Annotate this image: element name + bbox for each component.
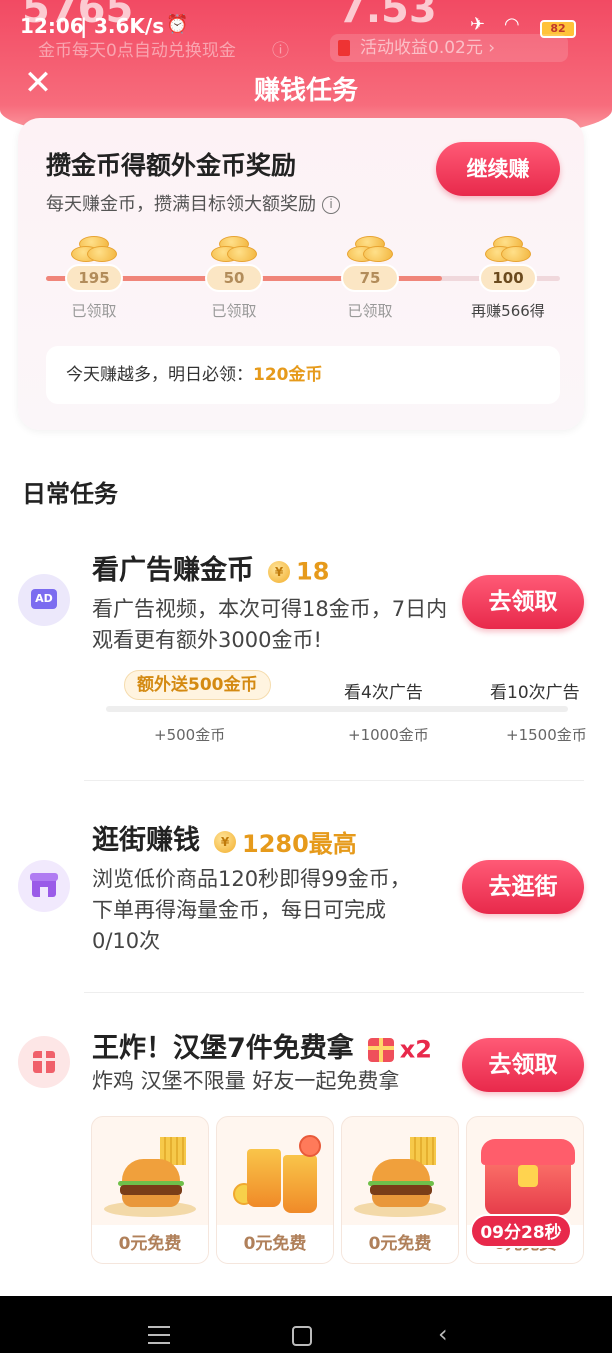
shop-task-title: 逛街赚钱: [92, 825, 200, 856]
shop-task-description: 浏览低价商品120秒即得99金币，下单再得海量金币，每日可完成0/10次: [92, 867, 411, 953]
bonus-pill: 额外送500金币: [124, 670, 271, 700]
milestone-label: 已领取: [347, 302, 393, 320]
alarm-icon: ⏰: [166, 14, 189, 35]
home-icon[interactable]: [292, 1326, 312, 1346]
burger-task-multiplier: x2: [399, 1035, 432, 1064]
tomorrow-reward-text: 今天赚越多，明日必领：: [66, 365, 253, 385]
ad-task-claim-button[interactable]: 去领取: [462, 575, 584, 629]
reward-card-subtitle: 每天赚金币，攒满目标领大额奖励: [46, 194, 316, 215]
ad-task-description: 看广告视频，本次可得18金币，7日内观看更有额外3000金币!: [92, 597, 448, 652]
burger-task-icon: [18, 1036, 70, 1088]
milestone-value: 75: [341, 264, 399, 292]
product-card[interactable]: 0元免费: [91, 1116, 209, 1264]
shop-icon: [30, 873, 58, 897]
ad-task-title: 看广告赚金币: [92, 555, 254, 586]
daily-tasks-heading: 日常任务: [22, 480, 118, 508]
status-time: 12:06: [20, 14, 84, 38]
reward-card-title: 攒金币得额外金币奖励: [46, 151, 297, 180]
ad-task-title-row: 看广告赚金币 ¥18: [92, 548, 329, 587]
product-card[interactable]: 0元免费: [216, 1116, 334, 1264]
milestone: 50 已领取: [194, 232, 274, 321]
burger-task-claim-button[interactable]: 去领取: [462, 1038, 584, 1092]
milestone-value: 50: [205, 264, 263, 292]
divider: [84, 780, 584, 781]
reward-card: 攒金币得额外金币奖励 每天赚金币，攒满目标领大额奖励 i 继续赚 195 已领取 …: [18, 118, 584, 430]
milestone: 195 已领取: [54, 232, 134, 321]
ad-step-label: 看4次广告: [344, 683, 423, 703]
divider: [84, 992, 584, 993]
coin-pile-icon: [67, 232, 121, 268]
fruit-drink-image: [225, 1125, 325, 1221]
product-label: 0元免费: [342, 1225, 458, 1263]
shop-task-title-row: 逛街赚钱 ¥1280最高: [92, 818, 357, 859]
airplane-icon: ✈: [470, 14, 486, 35]
treasure-chest-image: [475, 1125, 575, 1221]
red-envelope-icon: [338, 40, 350, 56]
product-label: 0元免费: [92, 1225, 208, 1263]
status-bar: 5765 7.53 12:06 | 3.6K/s ⏰ ✈ ◠ 82 金币每天0点…: [0, 0, 612, 62]
ad-step-label: 看10次广告: [490, 683, 580, 703]
burger-task-title: 王炸！汉堡7件免费拿: [92, 1033, 354, 1064]
ghost-cash-amount: 7.53: [338, 0, 437, 32]
coin-pile-icon: [343, 232, 397, 268]
back-icon[interactable]: ‹: [438, 1320, 448, 1348]
coin-pile-icon: [207, 232, 261, 268]
coin-exchange-note: 金币每天0点自动兑换现金: [38, 41, 236, 61]
info-icon[interactable]: i: [322, 196, 340, 214]
shop-task-icon: [18, 860, 70, 912]
ad-step-amount: +1500金币: [506, 726, 587, 744]
product-card[interactable]: 0元免费: [341, 1116, 459, 1264]
burger-task-description: 炸鸡 汉堡不限量 好友一起免费拿: [92, 1069, 400, 1093]
countdown-timer: 09分28秒: [470, 1214, 572, 1248]
milestone-value: 195: [65, 264, 123, 292]
milestone-label: 再赚566得: [471, 302, 545, 320]
menu-icon[interactable]: [148, 1326, 170, 1344]
tomorrow-reward-box: 今天赚越多，明日必领：120金币: [46, 346, 560, 404]
burger-task-title-row: 王炸！汉堡7件免费拿 x2: [92, 1026, 432, 1065]
ad-icon: AD: [31, 589, 57, 609]
info-icon: ⓘ: [272, 41, 289, 61]
milestone-label: 已领取: [211, 302, 257, 320]
milestone: 100 再赚566得: [462, 232, 554, 321]
activity-income-text: 活动收益0.02元: [360, 38, 483, 58]
reward-card-subtitle-row: 每天赚金币，攒满目标领大额奖励 i: [46, 190, 340, 216]
ad-task-icon: AD: [18, 574, 70, 626]
ad-step-amount: +1000金币: [348, 726, 429, 744]
coin-pile-icon: [481, 232, 535, 268]
coin-icon: ¥: [214, 830, 236, 853]
ad-task-reward: 18: [296, 557, 330, 586]
product-label: 0元免费: [217, 1225, 333, 1263]
shop-task-button[interactable]: 去逛街: [462, 860, 584, 914]
wifi-icon: ◠: [504, 14, 520, 35]
gift-icon: [367, 1037, 394, 1062]
page-title: 赚钱任务: [253, 76, 358, 106]
burger-meal-image: [350, 1125, 450, 1221]
milestone-label: 已领取: [71, 302, 117, 320]
tomorrow-reward-amount: 120金币: [253, 365, 323, 385]
burger-meal-image: [100, 1125, 200, 1221]
milestone-value: 100: [479, 264, 537, 292]
coin-icon: ¥: [268, 560, 290, 583]
status-divider: |: [80, 14, 88, 38]
ad-step-amount: +500金币: [154, 726, 226, 744]
shop-task-reward: 1280最高: [242, 830, 357, 858]
ad-progress-track: [106, 706, 568, 712]
continue-earn-button[interactable]: 继续赚: [436, 142, 560, 196]
gift-icon: [33, 1051, 55, 1073]
status-speed: 3.6K/s: [94, 14, 165, 38]
activity-income-pill[interactable]: 活动收益0.02元 ›: [330, 34, 568, 62]
milestone: 75 已领取: [330, 232, 410, 321]
